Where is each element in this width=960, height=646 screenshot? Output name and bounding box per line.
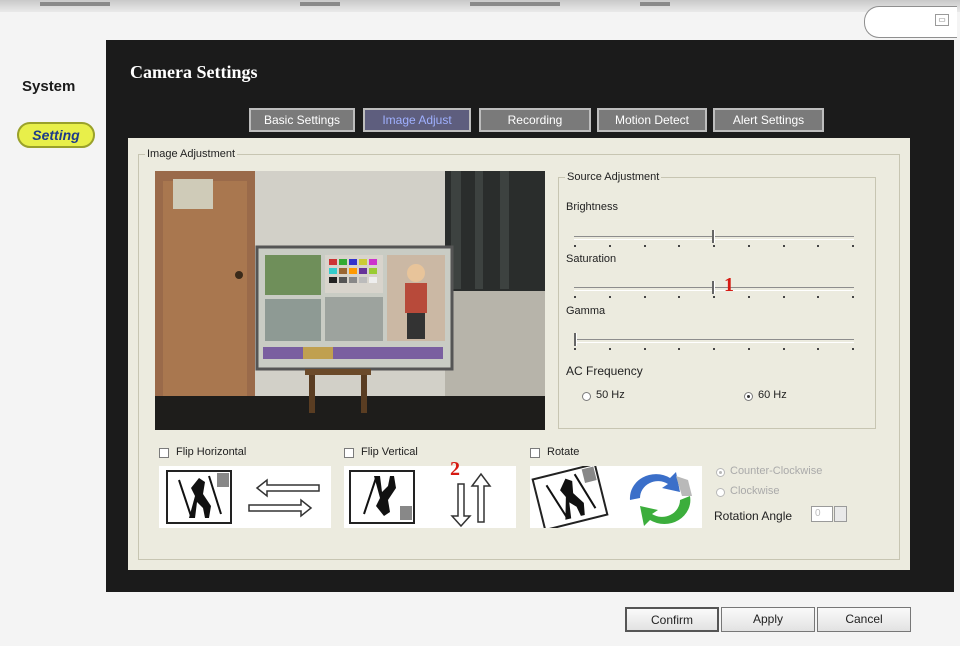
rotate-clockwise-radio[interactable]: [716, 488, 725, 497]
rotation-angle-label: Rotation Angle: [714, 509, 793, 523]
slider-tick: [817, 348, 819, 350]
confirm-button[interactable]: Confirm: [625, 607, 719, 632]
slider-tick: [713, 348, 715, 350]
tab-basic-settings[interactable]: Basic Settings: [249, 108, 355, 132]
slider-tick: [748, 245, 750, 247]
rotation-angle-input[interactable]: 0: [811, 506, 833, 522]
slider-tick: [678, 296, 680, 298]
tab-recording[interactable]: Recording: [479, 108, 591, 132]
flip-horizontal-label: Flip Horizontal: [176, 446, 247, 458]
flip-vertical-preview: [344, 466, 516, 528]
window-mode-icon[interactable]: ▭: [935, 14, 949, 26]
ac-frequency-label: AC Frequency: [566, 364, 643, 378]
mini-toolbar[interactable]: ▭: [864, 6, 957, 38]
nav-setting[interactable]: Setting: [17, 122, 95, 148]
slider-tick: [748, 348, 750, 350]
flip-horizontal-preview: [159, 466, 331, 528]
saturation-label: Saturation: [566, 253, 617, 265]
slider-tick: [852, 245, 854, 247]
rotate-cycle-icon: [629, 472, 692, 526]
flip-vertical-label: Flip Vertical: [361, 446, 418, 458]
slider-tick: [644, 245, 646, 247]
slider-tick: [817, 296, 819, 298]
slider-tick: [609, 348, 611, 350]
rotate-label: Rotate: [547, 446, 580, 458]
tab-motion-detect[interactable]: Motion Detect: [597, 108, 707, 132]
brightness-slider-thumb[interactable]: [712, 230, 715, 243]
slider-tick: [783, 296, 785, 298]
slider-tick: [678, 348, 680, 350]
panel-title: Camera Settings: [130, 62, 258, 82]
rotate-counter-clockwise-label: Counter-Clockwise: [730, 465, 823, 477]
window-top-strip: [0, 0, 960, 12]
tab-image-adjust[interactable]: Image Adjust: [363, 108, 471, 132]
slider-tick: [574, 245, 576, 247]
image-adjust-content: Image Adjustment Source Adjustment Brigh…: [128, 138, 910, 570]
annotation-marker-2: 2: [450, 458, 460, 480]
brightness-slider[interactable]: [574, 228, 854, 248]
slider-tick: [713, 296, 715, 298]
rotate-counter-clockwise-radio[interactable]: [716, 468, 725, 477]
slider-tick: [574, 296, 576, 298]
ac-50hz-label: 50 Hz: [596, 389, 625, 401]
saturation-slider[interactable]: [574, 279, 854, 299]
slider-tick: [574, 348, 576, 350]
slider-tick: [644, 296, 646, 298]
camera-preview: [155, 171, 545, 430]
slider-tick: [713, 245, 715, 247]
slider-tick: [609, 245, 611, 247]
slider-tick: [852, 296, 854, 298]
apply-button[interactable]: Apply: [721, 607, 815, 632]
rotation-angle-stepper[interactable]: [834, 506, 847, 522]
slider-tick: [609, 296, 611, 298]
slider-tick: [644, 348, 646, 350]
rotate-checkbox[interactable]: [530, 448, 540, 458]
ac-50hz-radio[interactable]: [582, 392, 591, 401]
ac-60hz-label: 60 Hz: [758, 389, 787, 401]
slider-tick: [852, 348, 854, 350]
slider-tick: [748, 296, 750, 298]
gamma-label: Gamma: [566, 305, 606, 317]
flip-vertical-checkbox[interactable]: [344, 448, 354, 458]
nav-system[interactable]: System: [22, 78, 75, 95]
ac-60hz-radio[interactable]: [744, 392, 753, 401]
gamma-slider-thumb[interactable]: [574, 333, 577, 346]
source-adjustment-legend: Source Adjustment: [567, 171, 660, 183]
tab-alert-settings[interactable]: Alert Settings: [713, 108, 824, 132]
cancel-button[interactable]: Cancel: [817, 607, 911, 632]
camera-settings-panel: Camera Settings Basic Settings Image Adj…: [106, 40, 954, 592]
gamma-slider[interactable]: [574, 331, 854, 351]
saturation-slider-thumb[interactable]: [712, 281, 715, 294]
slider-tick: [783, 348, 785, 350]
flip-vertical-arrows-icon: [450, 472, 492, 528]
rotate-preview: [530, 462, 702, 532]
image-adjustment-legend: Image Adjustment: [147, 148, 236, 160]
flip-horizontal-arrows-icon: [248, 478, 320, 518]
rotate-clockwise-label: Clockwise: [730, 485, 780, 497]
slider-tick: [817, 245, 819, 247]
flip-horizontal-checkbox[interactable]: [159, 448, 169, 458]
slider-tick: [678, 245, 680, 247]
brightness-label: Brightness: [566, 201, 618, 213]
slider-tick: [783, 245, 785, 247]
annotation-marker-1: 1: [724, 274, 734, 296]
camera-preview-image: [155, 171, 545, 430]
